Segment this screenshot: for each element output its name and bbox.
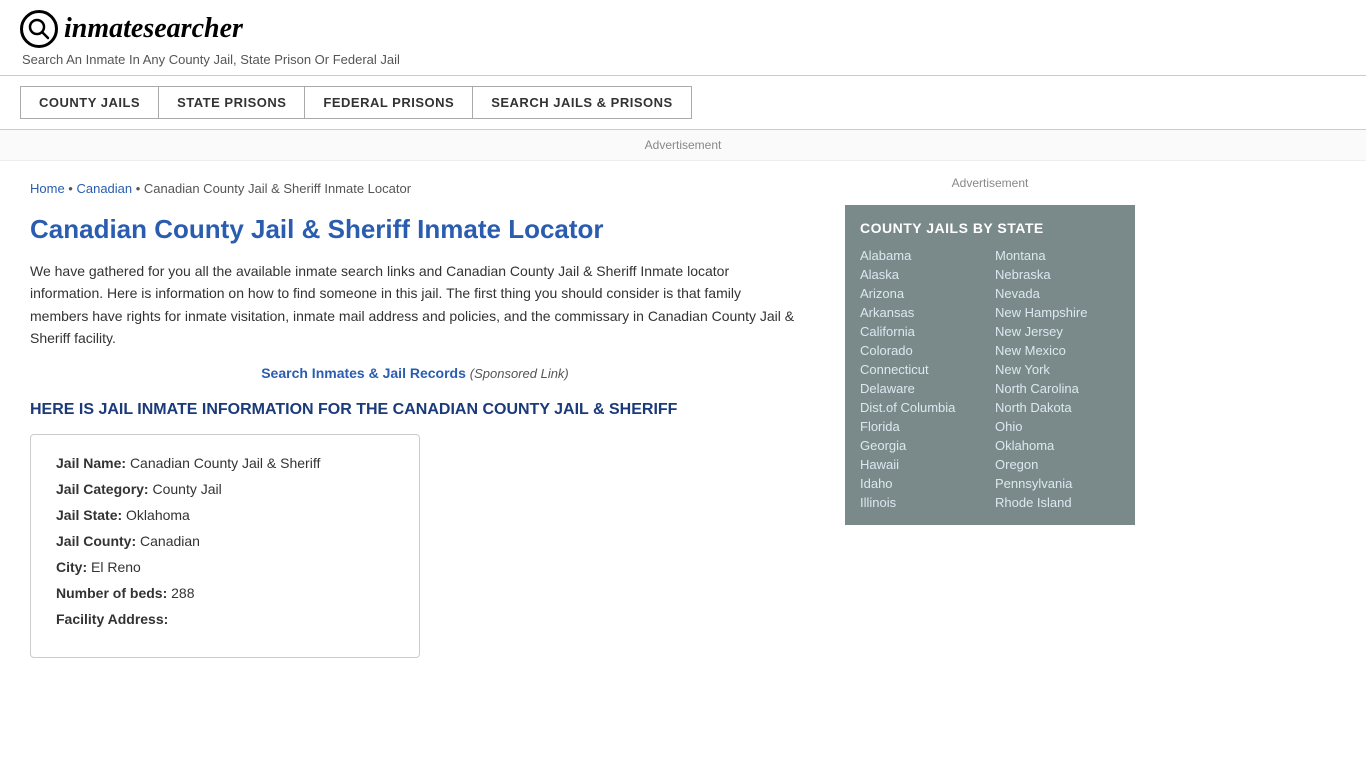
state-link[interactable]: Oregon (995, 457, 1120, 472)
state-link[interactable]: Alabama (860, 248, 985, 263)
search-inmates-link[interactable]: Search Inmates & Jail Records (261, 365, 466, 381)
jail-beds-label: Number of beds: (56, 585, 167, 601)
state-link[interactable]: Colorado (860, 343, 985, 358)
jail-name-row: Jail Name: Canadian County Jail & Sherif… (56, 455, 394, 471)
logo-area: inmatesearcher (20, 10, 1346, 48)
sidebar: Advertisement COUNTY JAILS BY STATE Alab… (830, 161, 1150, 678)
jail-city-value: El Reno (91, 559, 141, 575)
tagline: Search An Inmate In Any County Jail, Sta… (22, 52, 1346, 67)
jail-beds-value: 288 (171, 585, 194, 601)
state-link[interactable]: Connecticut (860, 362, 985, 377)
state-link[interactable]: Georgia (860, 438, 985, 453)
county-jails-title: COUNTY JAILS BY STATE (860, 220, 1120, 236)
section-heading: HERE IS JAIL INMATE INFORMATION FOR THE … (30, 401, 800, 419)
logo-icon (20, 10, 58, 48)
sidebar-ad: Advertisement (845, 171, 1135, 205)
jail-address-row: Facility Address: (56, 611, 394, 627)
breadcrumb-home[interactable]: Home (30, 181, 65, 196)
jail-county-label: Jail County: (56, 533, 136, 549)
nav-state-prisons[interactable]: STATE PRISONS (158, 86, 304, 119)
jail-state-value: Oklahoma (126, 507, 190, 523)
header: inmatesearcher Search An Inmate In Any C… (0, 0, 1366, 76)
state-link[interactable]: Arizona (860, 286, 985, 301)
nav-search-jails[interactable]: SEARCH JAILS & PRISONS (472, 86, 691, 119)
jail-city-label: City: (56, 559, 87, 575)
page-title: Canadian County Jail & Sheriff Inmate Lo… (30, 214, 800, 245)
jail-category-row: Jail Category: County Jail (56, 481, 394, 497)
state-link[interactable]: Delaware (860, 381, 985, 396)
state-link[interactable]: Oklahoma (995, 438, 1120, 453)
jail-state-label: Jail State: (56, 507, 122, 523)
state-link[interactable]: North Dakota (995, 400, 1120, 415)
nav-federal-prisons[interactable]: FEDERAL PRISONS (304, 86, 472, 119)
intro-text: We have gathered for you all the availab… (30, 260, 800, 350)
state-link[interactable]: Florida (860, 419, 985, 434)
states-grid: Alabama Montana Alaska Nebraska Arizona Nevad… (860, 248, 1120, 510)
state-link[interactable]: New Jersey (995, 324, 1120, 339)
state-link[interactable]: Pennsylvania (995, 476, 1120, 491)
state-link[interactable]: Hawaii (860, 457, 985, 472)
jail-beds-row: Number of beds: 288 (56, 585, 394, 601)
breadcrumb-canadian[interactable]: Canadian (76, 181, 132, 196)
state-link[interactable]: Alaska (860, 267, 985, 282)
state-link[interactable]: New Hampshire (995, 305, 1120, 320)
jail-category-label: Jail Category: (56, 481, 149, 497)
logo-text: inmatesearcher (64, 13, 243, 45)
state-link[interactable]: New York (995, 362, 1120, 377)
breadcrumb-sep1: • (65, 181, 77, 196)
state-link[interactable]: Rhode Island (995, 495, 1120, 510)
state-link[interactable]: North Carolina (995, 381, 1120, 396)
main-layout: Home • Canadian • Canadian County Jail &… (0, 161, 1366, 678)
state-link[interactable]: Nebraska (995, 267, 1120, 282)
ad-bar: Advertisement (0, 130, 1366, 161)
jail-state-row: Jail State: Oklahoma (56, 507, 394, 523)
state-link[interactable]: Idaho (860, 476, 985, 491)
jail-name-label: Jail Name: (56, 455, 126, 471)
info-card: Jail Name: Canadian County Jail & Sherif… (30, 434, 420, 658)
jail-category-value: County Jail (152, 481, 221, 497)
breadcrumb-current: Canadian County Jail & Sheriff Inmate Lo… (144, 181, 411, 196)
jail-county-row: Jail County: Canadian (56, 533, 394, 549)
state-link[interactable]: California (860, 324, 985, 339)
content-area: Home • Canadian • Canadian County Jail &… (0, 161, 830, 678)
breadcrumb: Home • Canadian • Canadian County Jail &… (30, 181, 800, 196)
jail-city-row: City: El Reno (56, 559, 394, 575)
state-link[interactable]: Illinois (860, 495, 985, 510)
jail-address-label: Facility Address: (56, 611, 168, 627)
state-link[interactable]: Ohio (995, 419, 1120, 434)
nav-county-jails[interactable]: COUNTY JAILS (20, 86, 158, 119)
state-link[interactable]: Montana (995, 248, 1120, 263)
county-jails-box: COUNTY JAILS BY STATE Alabama Montana Alas… (845, 205, 1135, 525)
jail-name-value: Canadian County Jail & Sheriff (130, 455, 320, 471)
jail-county-value: Canadian (140, 533, 200, 549)
state-link[interactable]: Dist.of Columbia (860, 400, 985, 415)
breadcrumb-sep2: • (132, 181, 144, 196)
sponsored-text: (Sponsored Link) (470, 366, 569, 381)
state-link[interactable]: Arkansas (860, 305, 985, 320)
state-link[interactable]: Nevada (995, 286, 1120, 301)
state-link[interactable]: New Mexico (995, 343, 1120, 358)
search-link-container: Search Inmates & Jail Records (Sponsored… (30, 365, 800, 381)
nav-bar: COUNTY JAILS STATE PRISONS FEDERAL PRISO… (0, 76, 1366, 130)
